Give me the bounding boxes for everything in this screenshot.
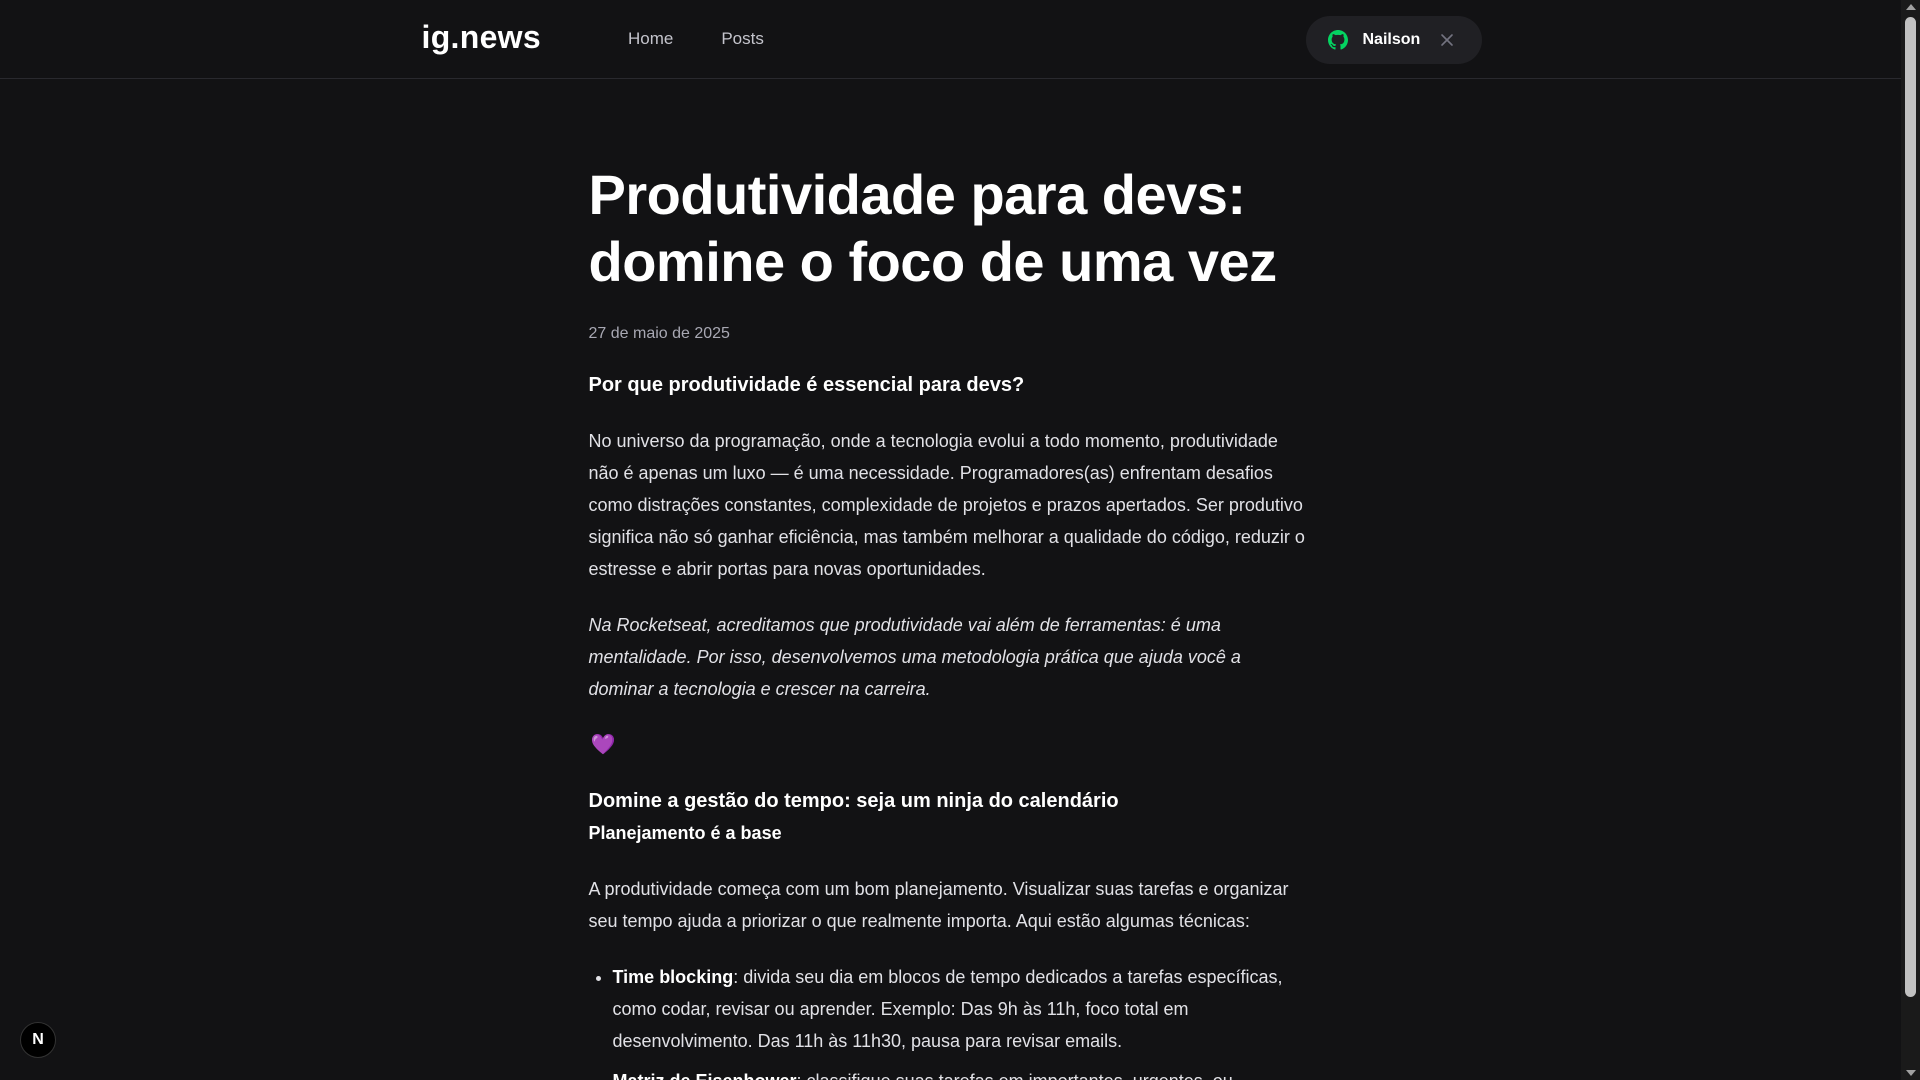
paragraph: No universo da programação, onde a tecno… — [588, 431, 1305, 579]
vertical-scrollbar[interactable] — [1901, 0, 1920, 1080]
paragraph: A produtividade começa com um bom planej… — [588, 879, 1289, 931]
scroll-down-arrow-icon[interactable] — [1906, 1070, 1916, 1076]
close-icon[interactable] — [1440, 33, 1454, 47]
section-heading: Domine a gestão do tempo: seja um ninja … — [588, 790, 1119, 812]
github-icon — [1327, 30, 1348, 50]
list-item-term: Matriz de Eisenhower — [613, 1071, 797, 1080]
post-title: Produtividade para devs: domine o foco d… — [588, 163, 1278, 293]
list-item-term: Time blocking — [612, 967, 734, 987]
scroll-thumb[interactable] — [1905, 17, 1916, 997]
subsection-heading: Planejamento é a base — [588, 823, 782, 843]
list-item: Matriz de Eisenhower: classifique suas t… — [613, 1065, 1309, 1080]
user-name: Nailson — [1362, 31, 1421, 48]
list-item-text: : classifique suas tarefas em importante… — [797, 1071, 1233, 1080]
list-item: Time blocking: divida seu dia em blocos … — [613, 961, 1309, 1057]
site-header: ig.news Home Posts Nailson — [0, 0, 1901, 79]
scroll-up-arrow-icon[interactable] — [1906, 4, 1916, 10]
paragraph-italic: Na Rocketseat, acreditamos que produtivi… — [588, 615, 1241, 699]
sign-in-button[interactable]: Nailson — [1305, 16, 1482, 64]
nextjs-dev-badge[interactable]: N — [20, 1022, 56, 1058]
page: ig.news Home Posts Nailson Produtividade… — [0, 0, 1901, 1080]
nav-home-link[interactable]: Home — [628, 29, 673, 49]
purple-heart-icon: 💜 — [590, 734, 616, 756]
post-content: Por que produtividade é essencial para d… — [589, 369, 1309, 1080]
nav-posts-link[interactable]: Posts — [721, 29, 764, 49]
section-heading: Por que produtividade é essencial para d… — [588, 374, 1025, 396]
site-logo[interactable]: ig.news — [422, 19, 541, 56]
techniques-list: Time blocking: divida seu dia em blocos … — [589, 961, 1309, 1080]
post-date: 27 de maio de 2025 — [588, 325, 730, 342]
main-nav: Home Posts — [628, 29, 812, 49]
post-article: Produtividade para devs: domine o foco d… — [589, 79, 1309, 1080]
